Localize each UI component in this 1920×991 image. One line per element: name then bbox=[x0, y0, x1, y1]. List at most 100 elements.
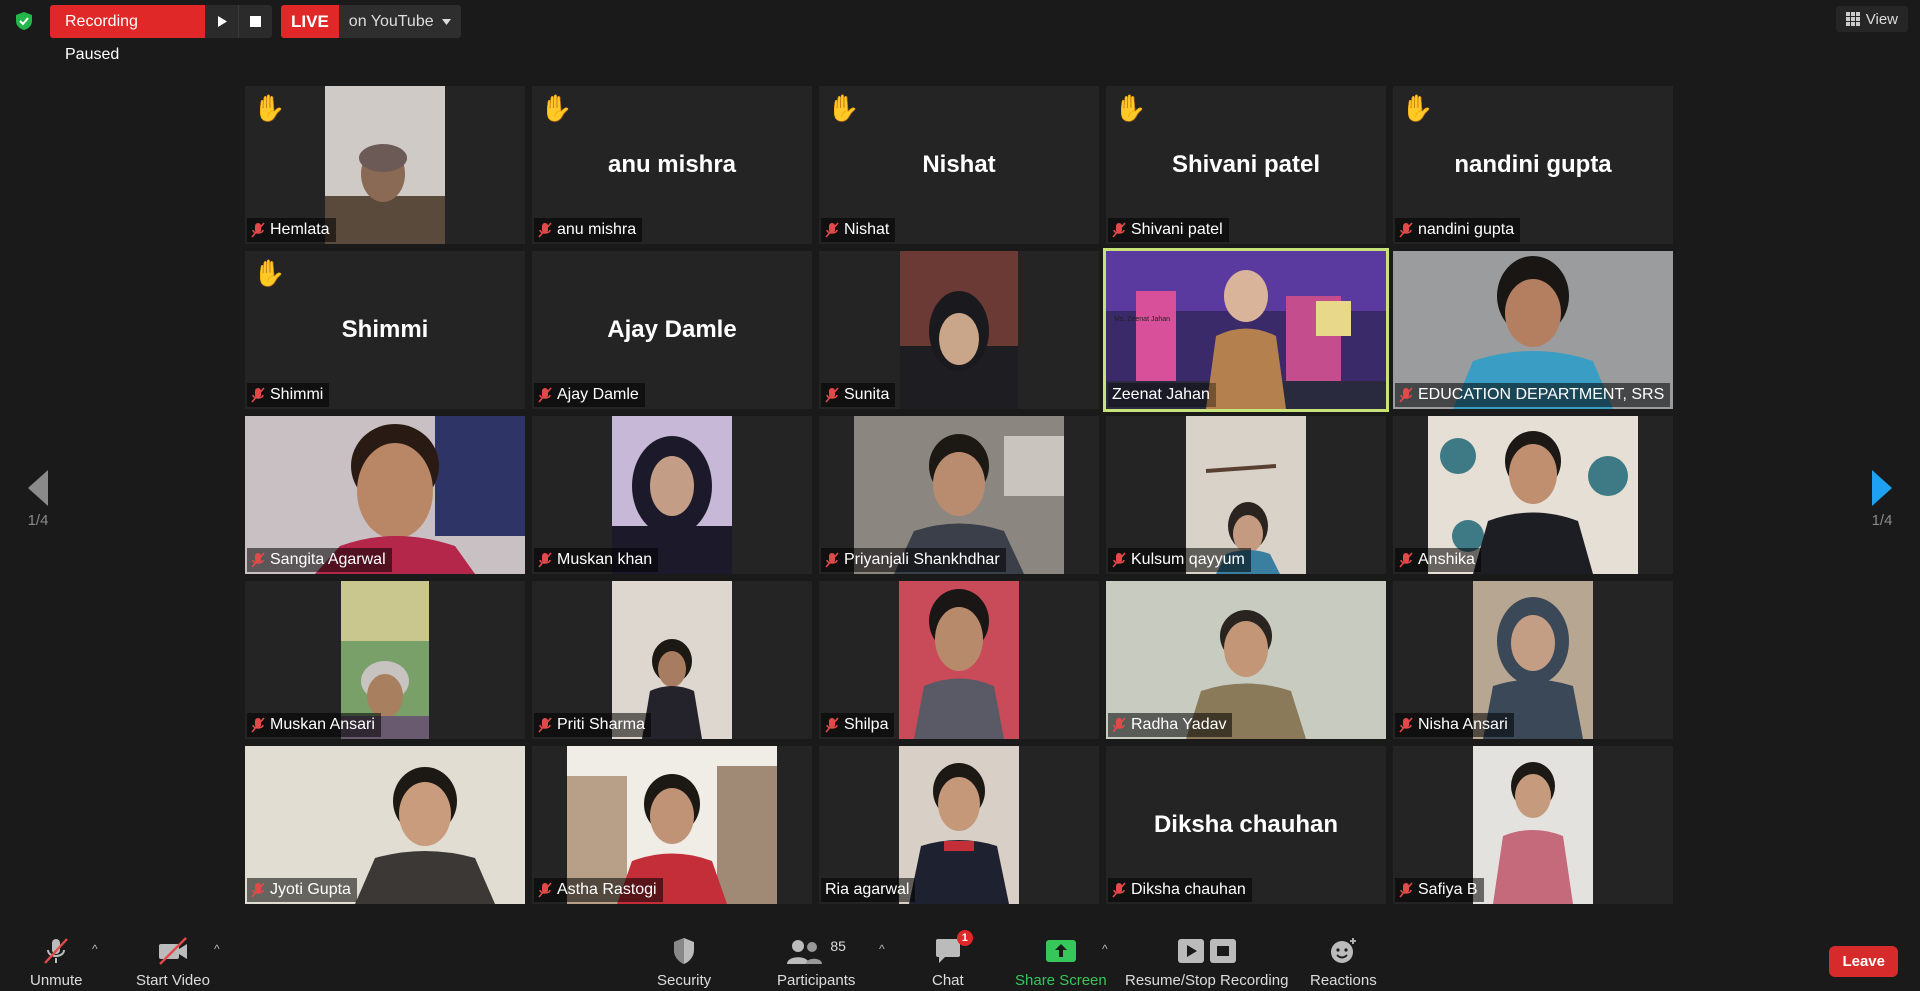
participant-name-bar: Nishat bbox=[821, 218, 896, 242]
participant-name-bar: Zeenat Jahan bbox=[1108, 383, 1216, 407]
recording-controls: Recording Paused bbox=[50, 5, 272, 63]
participant-tile[interactable]: Muskan khan bbox=[532, 416, 812, 574]
mic-muted-icon bbox=[1399, 387, 1413, 403]
participant-name-bar: anu mishra bbox=[534, 218, 643, 242]
mic-muted-icon bbox=[538, 387, 552, 403]
participant-tile[interactable]: ✋ Shimmi Shimmi bbox=[245, 251, 525, 409]
participant-name: Jyoti Gupta bbox=[270, 881, 351, 898]
arrow-right-icon[interactable] bbox=[1870, 470, 1894, 506]
participant-count: 85 bbox=[830, 938, 846, 954]
resume-recording-button[interactable] bbox=[205, 5, 238, 38]
participant-name: anu mishra bbox=[557, 221, 637, 238]
resume-stop-recording-button[interactable]: Resume/Stop Recording bbox=[1125, 934, 1288, 989]
participant-name: Astha Rastogi bbox=[557, 881, 657, 898]
participant-tile[interactable]: Sunita bbox=[819, 251, 1099, 409]
mic-muted-icon bbox=[538, 552, 552, 568]
page-indicator: 1/4 bbox=[1871, 512, 1893, 529]
participant-name: Sangita Agarwal bbox=[270, 551, 386, 568]
participant-tile[interactable]: Jyoti Gupta bbox=[245, 746, 525, 904]
participant-name-bar: Diksha chauhan bbox=[1108, 878, 1252, 902]
participant-name: Nishat bbox=[844, 221, 890, 238]
participant-video bbox=[325, 86, 445, 244]
participant-name-bar: Shilpa bbox=[821, 713, 895, 737]
participant-tile[interactable]: Muskan Ansari bbox=[245, 581, 525, 739]
participant-name: Ria agarwal bbox=[825, 881, 910, 898]
arrow-left-icon[interactable] bbox=[26, 470, 50, 506]
video-gallery: ✋ Hemlata ✋ anu mishra anu mishra ✋ Nish… bbox=[245, 86, 1675, 904]
participant-tile[interactable]: Ajay Damle Ajay Damle bbox=[532, 251, 812, 409]
video-options-caret[interactable]: ^ bbox=[214, 942, 220, 956]
participant-tile[interactable]: ✋ Nishat Nishat bbox=[819, 86, 1099, 244]
participant-name-bar: Muskan Ansari bbox=[247, 713, 381, 737]
participant-name-bar: EDUCATION DEPARTMENT, SRS bbox=[1395, 383, 1671, 407]
participants-button[interactable]: 85 Participants bbox=[777, 934, 855, 989]
participant-name-bar: Hemlata bbox=[247, 218, 336, 242]
participant-name: Priyanjali Shankhdhar bbox=[844, 551, 1000, 568]
reactions-button[interactable]: Reactions bbox=[1310, 934, 1377, 989]
participant-tile[interactable]: Diksha chauhan Diksha chauhan bbox=[1106, 746, 1386, 904]
mic-muted-icon bbox=[538, 882, 552, 898]
mic-muted-icon bbox=[1399, 717, 1413, 733]
participant-name: Ajay Damle bbox=[557, 386, 639, 403]
participant-tile[interactable]: Safiya B bbox=[1393, 746, 1673, 904]
participants-label: Participants bbox=[777, 972, 856, 989]
mic-muted-icon bbox=[825, 222, 839, 238]
leave-button[interactable]: Leave bbox=[1829, 946, 1898, 977]
participant-name: Shilpa bbox=[844, 716, 889, 733]
participant-name: Safiya B bbox=[1418, 881, 1478, 898]
participant-display-name: nandini gupta bbox=[1454, 151, 1612, 178]
participant-name: Nisha Ansari bbox=[1418, 716, 1508, 733]
participant-tile[interactable]: Shilpa bbox=[819, 581, 1099, 739]
chat-button[interactable]: 1 Chat bbox=[932, 930, 973, 989]
participant-tile[interactable]: ✋ Hemlata bbox=[245, 86, 525, 244]
live-stream-controls[interactable]: LIVE on YouTube bbox=[281, 5, 461, 38]
participant-tile[interactable]: Kulsum qayyum bbox=[1106, 416, 1386, 574]
live-target-dropdown[interactable]: on YouTube bbox=[338, 5, 461, 38]
participant-name-bar: Muskan khan bbox=[534, 548, 659, 572]
start-video-button[interactable]: Start Video bbox=[136, 934, 210, 989]
participant-tile[interactable]: Anshika bbox=[1393, 416, 1673, 574]
mic-muted-icon bbox=[251, 387, 265, 403]
recording-status: Recording Paused bbox=[50, 5, 205, 63]
participant-name-bar: Ajay Damle bbox=[534, 383, 645, 407]
share-screen-label: Share Screen bbox=[1015, 972, 1107, 989]
mic-muted-icon bbox=[1112, 552, 1126, 568]
participant-name-bar: Priti Sharma bbox=[534, 713, 652, 737]
participant-tile[interactable]: Radha Yadav bbox=[1106, 581, 1386, 739]
participant-tile[interactable]: Sangita Agarwal bbox=[245, 416, 525, 574]
security-button[interactable]: Security bbox=[657, 934, 711, 989]
participant-tile[interactable]: Priyanjali Shankhdhar bbox=[819, 416, 1099, 574]
share-screen-button[interactable]: Share Screen bbox=[1015, 934, 1107, 989]
participant-tile[interactable]: Ria agarwal bbox=[819, 746, 1099, 904]
participant-tile[interactable]: ✋ nandini gupta nandini gupta bbox=[1393, 86, 1673, 244]
participant-tile[interactable]: Priti Sharma bbox=[532, 581, 812, 739]
participant-tile[interactable]: ✋ Shivani patel Shivani patel bbox=[1106, 86, 1386, 244]
encryption-shield-icon[interactable] bbox=[14, 11, 34, 31]
participant-tile[interactable]: Astha Rastogi bbox=[532, 746, 812, 904]
mic-muted-icon bbox=[1112, 222, 1126, 238]
participant-tile[interactable]: ✋ anu mishra anu mishra bbox=[532, 86, 812, 244]
mic-muted-icon bbox=[251, 882, 265, 898]
view-button[interactable]: View bbox=[1835, 6, 1908, 32]
participant-name-bar: nandini gupta bbox=[1395, 218, 1521, 242]
chat-label: Chat bbox=[932, 972, 964, 989]
audio-options-caret[interactable]: ^ bbox=[92, 942, 98, 956]
reactions-label: Reactions bbox=[1310, 972, 1377, 989]
stop-recording-button[interactable] bbox=[238, 5, 272, 38]
participant-tile[interactable]: EDUCATION DEPARTMENT, SRS bbox=[1393, 251, 1673, 409]
participant-tile[interactable]: Nisha Ansari bbox=[1393, 581, 1673, 739]
next-page[interactable]: 1/4 bbox=[1860, 470, 1904, 529]
backdrop-text: Ms. Zeenat Jahan bbox=[1114, 316, 1170, 323]
unmute-button[interactable]: Unmute bbox=[30, 934, 83, 989]
video-off-icon bbox=[158, 937, 187, 965]
share-options-caret[interactable]: ^ bbox=[1102, 942, 1108, 956]
shield-icon bbox=[674, 938, 695, 964]
participants-options-caret[interactable]: ^ bbox=[879, 942, 885, 956]
participants-icon bbox=[787, 940, 823, 964]
mic-muted-icon bbox=[825, 387, 839, 403]
previous-page[interactable]: 1/4 bbox=[16, 470, 60, 529]
raised-hand-icon: ✋ bbox=[253, 258, 286, 288]
participant-tile-active-speaker[interactable]: Ms. Zeenat Jahan Zeenat Jahan bbox=[1103, 248, 1389, 412]
raised-hand-icon: ✋ bbox=[1114, 93, 1147, 123]
participant-video bbox=[899, 746, 1019, 904]
